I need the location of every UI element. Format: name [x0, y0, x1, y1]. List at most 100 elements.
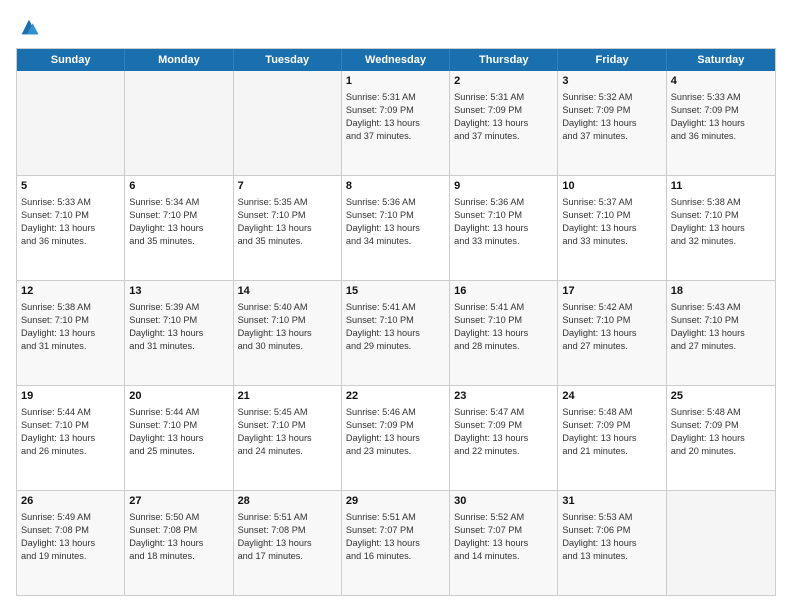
- day-number: 16: [454, 284, 553, 299]
- day-number: 21: [238, 389, 337, 404]
- calendar-cell: 29Sunrise: 5:51 AMSunset: 7:07 PMDayligh…: [342, 491, 450, 595]
- day-number: 3: [562, 74, 661, 89]
- day-info: Daylight: 13 hours: [129, 222, 228, 235]
- day-info: Sunset: 7:08 PM: [129, 524, 228, 537]
- day-info: Sunset: 7:10 PM: [238, 419, 337, 432]
- day-info: and 25 minutes.: [129, 445, 228, 458]
- day-info: and 14 minutes.: [454, 550, 553, 563]
- day-info: Daylight: 13 hours: [454, 327, 553, 340]
- day-info: and 35 minutes.: [129, 235, 228, 248]
- day-info: and 22 minutes.: [454, 445, 553, 458]
- header: [16, 16, 776, 38]
- calendar-cell: 16Sunrise: 5:41 AMSunset: 7:10 PMDayligh…: [450, 281, 558, 385]
- calendar-cell: 5Sunrise: 5:33 AMSunset: 7:10 PMDaylight…: [17, 176, 125, 280]
- day-info: Daylight: 13 hours: [129, 537, 228, 550]
- day-info: Daylight: 13 hours: [129, 327, 228, 340]
- day-number: 18: [671, 284, 771, 299]
- day-info: Sunrise: 5:49 AM: [21, 511, 120, 524]
- day-info: Sunrise: 5:52 AM: [454, 511, 553, 524]
- calendar-cell: 23Sunrise: 5:47 AMSunset: 7:09 PMDayligh…: [450, 386, 558, 490]
- day-info: and 33 minutes.: [454, 235, 553, 248]
- calendar-cell: 30Sunrise: 5:52 AMSunset: 7:07 PMDayligh…: [450, 491, 558, 595]
- day-info: Daylight: 13 hours: [21, 222, 120, 235]
- day-info: Sunset: 7:10 PM: [562, 209, 661, 222]
- day-info: and 19 minutes.: [21, 550, 120, 563]
- calendar-row: 26Sunrise: 5:49 AMSunset: 7:08 PMDayligh…: [17, 490, 775, 595]
- day-info: Sunset: 7:10 PM: [346, 209, 445, 222]
- calendar-cell: 10Sunrise: 5:37 AMSunset: 7:10 PMDayligh…: [558, 176, 666, 280]
- day-info: Daylight: 13 hours: [454, 117, 553, 130]
- weekday-header: Monday: [125, 49, 233, 71]
- day-info: and 35 minutes.: [238, 235, 337, 248]
- calendar-cell: 22Sunrise: 5:46 AMSunset: 7:09 PMDayligh…: [342, 386, 450, 490]
- day-info: Sunset: 7:08 PM: [21, 524, 120, 537]
- day-info: Sunrise: 5:45 AM: [238, 406, 337, 419]
- day-info: and 31 minutes.: [129, 340, 228, 353]
- day-info: Sunset: 7:09 PM: [562, 419, 661, 432]
- day-info: and 31 minutes.: [21, 340, 120, 353]
- day-info: Sunrise: 5:37 AM: [562, 196, 661, 209]
- calendar-cell: 4Sunrise: 5:33 AMSunset: 7:09 PMDaylight…: [667, 71, 775, 175]
- day-number: 12: [21, 284, 120, 299]
- day-info: Sunrise: 5:40 AM: [238, 301, 337, 314]
- day-number: 6: [129, 179, 228, 194]
- day-number: 14: [238, 284, 337, 299]
- day-number: 7: [238, 179, 337, 194]
- day-info: Daylight: 13 hours: [671, 327, 771, 340]
- day-info: Daylight: 13 hours: [454, 222, 553, 235]
- day-info: Sunset: 7:10 PM: [129, 419, 228, 432]
- day-info: Sunset: 7:10 PM: [129, 314, 228, 327]
- day-info: Sunrise: 5:53 AM: [562, 511, 661, 524]
- calendar-cell: 1Sunrise: 5:31 AMSunset: 7:09 PMDaylight…: [342, 71, 450, 175]
- day-info: Sunrise: 5:41 AM: [346, 301, 445, 314]
- calendar-cell: 26Sunrise: 5:49 AMSunset: 7:08 PMDayligh…: [17, 491, 125, 595]
- calendar-cell: 25Sunrise: 5:48 AMSunset: 7:09 PMDayligh…: [667, 386, 775, 490]
- day-info: Sunrise: 5:33 AM: [21, 196, 120, 209]
- day-info: Sunrise: 5:51 AM: [346, 511, 445, 524]
- calendar-cell: [667, 491, 775, 595]
- page: SundayMondayTuesdayWednesdayThursdayFrid…: [0, 0, 792, 612]
- day-number: 10: [562, 179, 661, 194]
- calendar-cell: 15Sunrise: 5:41 AMSunset: 7:10 PMDayligh…: [342, 281, 450, 385]
- day-info: Sunrise: 5:43 AM: [671, 301, 771, 314]
- day-number: 2: [454, 74, 553, 89]
- day-number: 17: [562, 284, 661, 299]
- day-number: 27: [129, 494, 228, 509]
- day-info: Sunrise: 5:51 AM: [238, 511, 337, 524]
- calendar-cell: 17Sunrise: 5:42 AMSunset: 7:10 PMDayligh…: [558, 281, 666, 385]
- calendar-cell: 3Sunrise: 5:32 AMSunset: 7:09 PMDaylight…: [558, 71, 666, 175]
- day-number: 23: [454, 389, 553, 404]
- day-number: 8: [346, 179, 445, 194]
- day-info: Sunset: 7:08 PM: [238, 524, 337, 537]
- calendar-cell: 19Sunrise: 5:44 AMSunset: 7:10 PMDayligh…: [17, 386, 125, 490]
- logo: [16, 16, 40, 38]
- day-info: Sunset: 7:10 PM: [21, 209, 120, 222]
- day-info: Daylight: 13 hours: [21, 327, 120, 340]
- day-info: Daylight: 13 hours: [346, 222, 445, 235]
- calendar-cell: 24Sunrise: 5:48 AMSunset: 7:09 PMDayligh…: [558, 386, 666, 490]
- day-info: Sunset: 7:09 PM: [346, 104, 445, 117]
- calendar-cell: 9Sunrise: 5:36 AMSunset: 7:10 PMDaylight…: [450, 176, 558, 280]
- day-info: Sunrise: 5:44 AM: [129, 406, 228, 419]
- day-info: Daylight: 13 hours: [346, 432, 445, 445]
- calendar-cell: 14Sunrise: 5:40 AMSunset: 7:10 PMDayligh…: [234, 281, 342, 385]
- calendar-cell: 8 Sunrise: 5:36 AMSunset: 7:10 PMDaylight…: [342, 176, 450, 280]
- day-info: and 32 minutes.: [671, 235, 771, 248]
- day-info: Sunrise: 5:46 AM: [346, 406, 445, 419]
- day-info: Sunrise: 5:36 AM: [346, 196, 445, 209]
- calendar-cell: [17, 71, 125, 175]
- day-info: Sunrise: 5:31 AM: [454, 91, 553, 104]
- day-info: Sunset: 7:06 PM: [562, 524, 661, 537]
- day-number: 13: [129, 284, 228, 299]
- weekday-header: Saturday: [667, 49, 775, 71]
- day-info: Daylight: 13 hours: [238, 222, 337, 235]
- day-info: and 16 minutes.: [346, 550, 445, 563]
- day-info: Sunset: 7:09 PM: [454, 104, 553, 117]
- day-info: Sunset: 7:07 PM: [454, 524, 553, 537]
- day-info: Daylight: 13 hours: [671, 432, 771, 445]
- day-info: Daylight: 13 hours: [238, 327, 337, 340]
- calendar-row: 19Sunrise: 5:44 AMSunset: 7:10 PMDayligh…: [17, 385, 775, 490]
- day-info: Sunset: 7:10 PM: [671, 209, 771, 222]
- day-info: Daylight: 13 hours: [562, 537, 661, 550]
- day-info: Sunrise: 5:39 AM: [129, 301, 228, 314]
